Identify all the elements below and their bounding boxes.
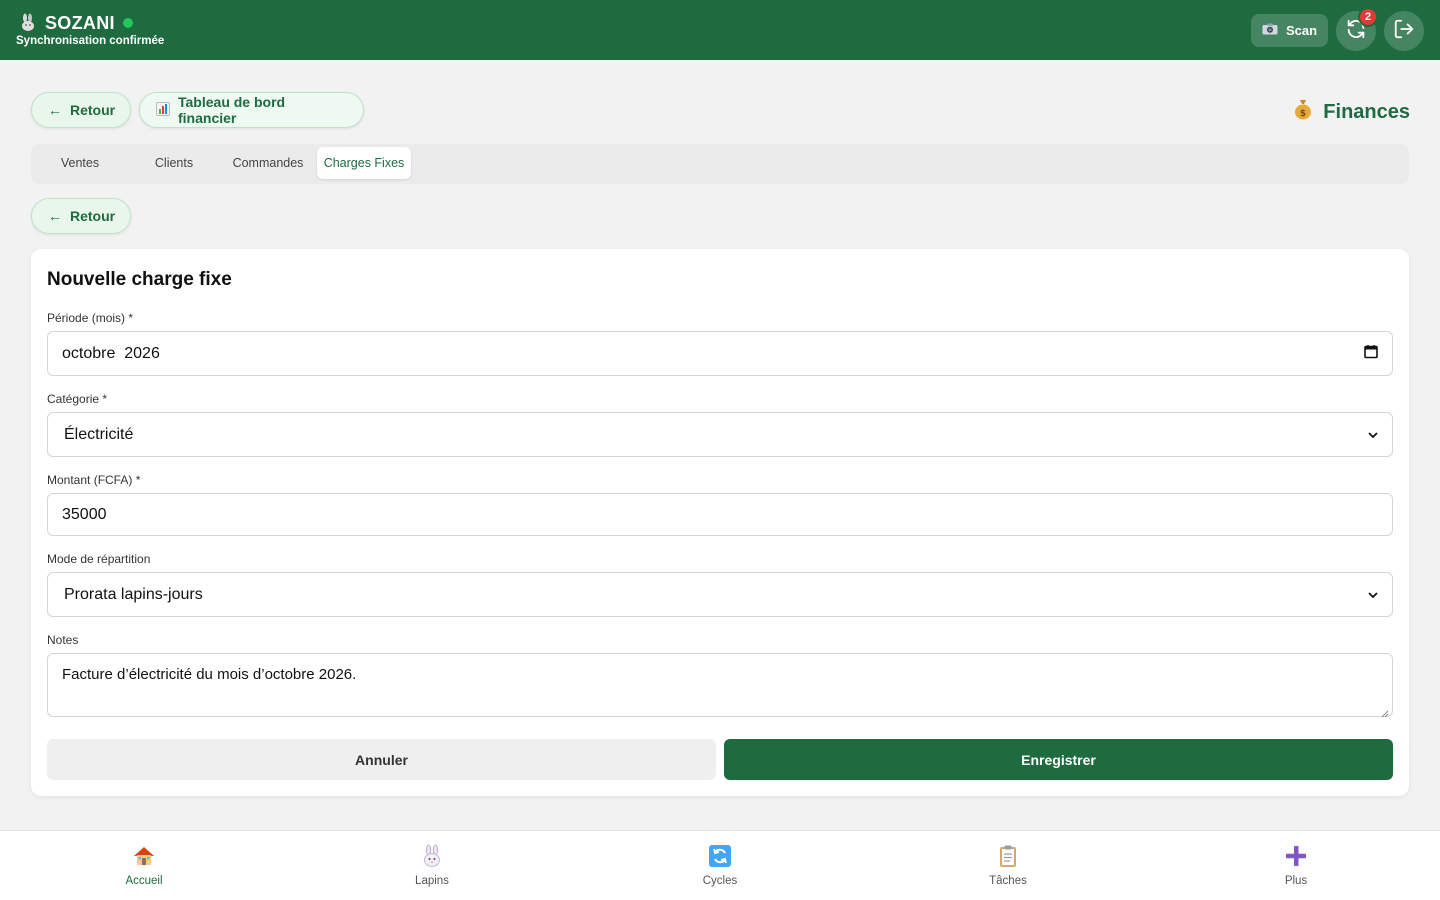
categorie-label: Catégorie * [47, 392, 108, 406]
scan-label: Scan [1285, 23, 1318, 38]
calendar-icon[interactable] [1364, 344, 1378, 363]
plus-icon [1283, 843, 1309, 869]
logout-button[interactable] [1384, 11, 1424, 51]
save-button[interactable]: Enregistrer [724, 739, 1393, 780]
notes-textarea[interactable]: Facture d’électricité du mois d’octobre … [47, 653, 1393, 718]
nav-label: Tâches [989, 875, 1027, 887]
money-bag-icon: $ [1293, 98, 1313, 126]
clipboard-icon [995, 843, 1021, 869]
form-title: Nouvelle charge fixe [47, 269, 232, 290]
bottom-navigation: Accueil Lapins Cycles Tâches Plus [0, 830, 1440, 900]
periode-month-input[interactable]: octobre 2026 [47, 331, 1393, 376]
nav-taches[interactable]: Tâches [948, 843, 1068, 887]
repartition-value: Prorata lapins-jours [64, 585, 203, 603]
rabbit-icon [419, 843, 445, 869]
nav-cycles[interactable]: Cycles [660, 843, 780, 887]
back-button[interactable]: ← Retour [31, 92, 131, 128]
tab-commandes[interactable]: Commandes [227, 147, 309, 179]
form-back-button[interactable]: ← Retour [31, 198, 131, 234]
rabbit-icon [17, 12, 39, 34]
cancel-button[interactable]: Annuler [47, 739, 716, 780]
cycle-icon [707, 843, 733, 869]
svg-text:$: $ [1300, 109, 1306, 119]
tab-ventes[interactable]: Ventes [39, 147, 121, 179]
periode-label: Période (mois) * [47, 311, 134, 325]
page-title: $ Finances [1293, 98, 1410, 126]
nav-label: Accueil [125, 875, 163, 887]
notes-value: Facture d’électricité du mois d’octobre … [62, 666, 357, 683]
repartition-select[interactable]: Prorata lapins-jours [47, 572, 1393, 617]
app-name: SOZANI [45, 12, 115, 33]
resize-handle-icon[interactable] [1381, 705, 1389, 718]
nav-label: Plus [1284, 875, 1308, 887]
tab-clients[interactable]: Clients [133, 147, 215, 179]
notes-label: Notes [47, 633, 79, 647]
back-label: Retour [70, 208, 116, 224]
tab-charges-fixes[interactable]: Charges Fixes [317, 147, 411, 179]
periode-value: octobre 2026 [62, 344, 160, 362]
categorie-value: Électricité [64, 425, 134, 443]
sync-count-badge: 2 [1358, 7, 1378, 27]
montant-value: 35000 [62, 505, 107, 523]
financial-dashboard-button[interactable]: Tableau de bord financier [139, 92, 364, 128]
finance-tabs: Ventes Clients Commandes Charges Fixes [31, 144, 1409, 184]
montant-label: Montant (FCFA) * [47, 473, 141, 487]
categorie-select[interactable]: Électricité [47, 412, 1393, 457]
nav-lapins[interactable]: Lapins [372, 843, 492, 887]
nav-accueil[interactable]: Accueil [84, 843, 204, 887]
sync-status-text: Synchronisation confirmée [16, 35, 165, 47]
montant-input[interactable]: 35000 [47, 493, 1393, 536]
logout-icon [1393, 18, 1415, 45]
bar-chart-icon [156, 101, 170, 119]
sync-button[interactable]: 2 [1336, 7, 1378, 51]
nav-label: Lapins [415, 875, 449, 887]
repartition-label: Mode de répartition [47, 552, 151, 566]
back-label: Retour [70, 102, 116, 118]
app-header: SOZANI Synchronisation confirmée Scan 2 [0, 0, 1440, 60]
dashboard-label: Tableau de bord financier [178, 94, 286, 126]
fixed-charge-form: Nouvelle charge fixe Période (mois) * oc… [31, 249, 1409, 796]
brand: SOZANI [17, 12, 133, 34]
arrow-left-icon: ← [48, 102, 62, 118]
nav-label: Cycles [702, 875, 738, 887]
nav-plus[interactable]: Plus [1236, 843, 1356, 887]
status-indicator [122, 18, 133, 28]
house-icon [131, 843, 157, 869]
chevron-down-icon [1368, 426, 1378, 444]
page-title-text: Finances [1323, 100, 1410, 123]
arrow-left-icon: ← [48, 208, 62, 224]
camera-icon [1262, 23, 1278, 38]
chevron-down-icon [1368, 586, 1378, 604]
scan-button[interactable]: Scan [1251, 14, 1328, 47]
